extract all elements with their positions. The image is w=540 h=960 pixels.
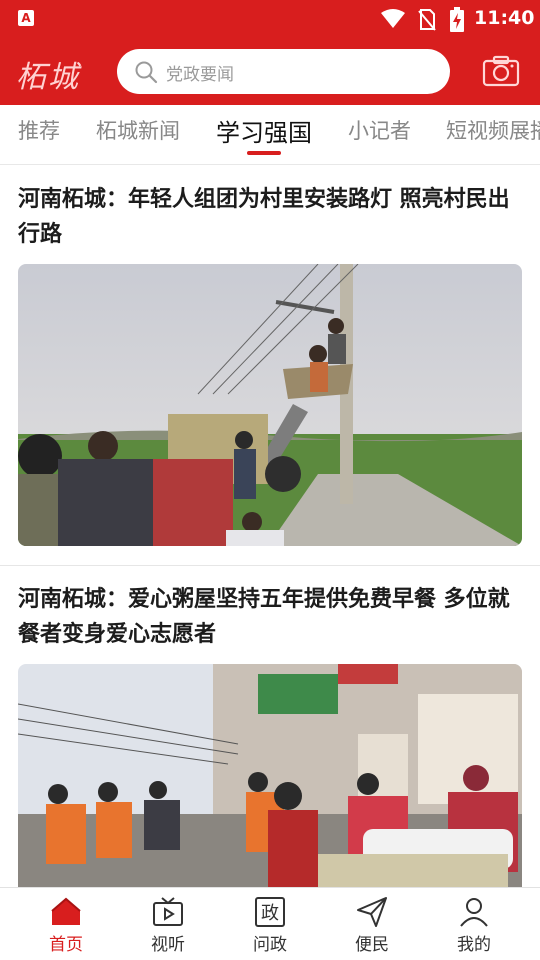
battery-charging-icon [450,7,464,32]
tab-little-reporter[interactable]: 小记者 [348,115,411,145]
news-image[interactable] [18,264,522,546]
tab-short-video[interactable]: 短视频展播 [446,115,540,145]
active-tab-indicator [247,151,281,155]
search-icon [135,61,158,84]
app-header: A 11:40 柘城 党政要闻 [0,0,540,105]
search-placeholder[interactable]: 党政要闻 [166,60,234,85]
wifi-signal-icon [381,9,405,28]
zheng-icon: 政 [255,897,285,927]
bottom-navigation: 首页 视听 政 问政 便民 我的 [0,887,540,960]
paper-plane-icon [357,897,387,927]
nav-media[interactable]: 视听 [128,888,208,960]
tab-recommend[interactable]: 推荐 [18,115,60,145]
nav-services[interactable]: 便民 [332,888,412,960]
nav-profile-label: 我的 [457,935,491,955]
news-item[interactable]: 河南柘城：年轻人组团为村里安装路灯 照亮村民出行路 [0,165,540,565]
streetlight-installation-photo [18,264,522,546]
news-title[interactable]: 河南柘城：年轻人组团为村里安装路灯 照亮村民出行路 [18,182,523,252]
tab-zhecheng-news[interactable]: 柘城新闻 [96,115,180,145]
tv-icon [153,897,183,926]
person-icon [460,898,488,927]
nav-home[interactable]: 首页 [26,888,106,960]
nav-profile[interactable]: 我的 [434,888,514,960]
news-item[interactable]: 河南柘城：爱心粥屋坚持五年提供免费早餐 多位就餐者变身爱心志愿者 [0,566,540,904]
home-icon [51,897,81,925]
tab-xuexi-qiangguo[interactable]: 学习强国 [216,113,312,148]
nav-services-label: 便民 [355,935,389,955]
svg-text:政: 政 [261,903,279,924]
news-title[interactable]: 河南柘城：爱心粥屋坚持五年提供免费早餐 多位就餐者变身爱心志愿者 [18,582,523,652]
nav-inquiry[interactable]: 政 问政 [230,888,310,960]
status-time: 11:40 [474,7,535,29]
status-bar: A 11:40 [0,0,540,38]
nav-home-label: 首页 [49,935,83,955]
app-logo: 柘城 [16,60,80,95]
nav-media-label: 视听 [151,935,185,955]
nav-inquiry-label: 问政 [253,935,287,955]
news-image[interactable] [18,664,522,904]
charity-porridge-house-photo [18,664,522,904]
camera-icon[interactable] [482,55,520,87]
notification-a-icon: A [18,10,34,26]
category-tabs: 推荐 柘城新闻 学习强国 小记者 短视频展播 [0,105,540,165]
no-sim-icon [418,9,436,31]
search-bar[interactable]: 党政要闻 [117,49,450,94]
